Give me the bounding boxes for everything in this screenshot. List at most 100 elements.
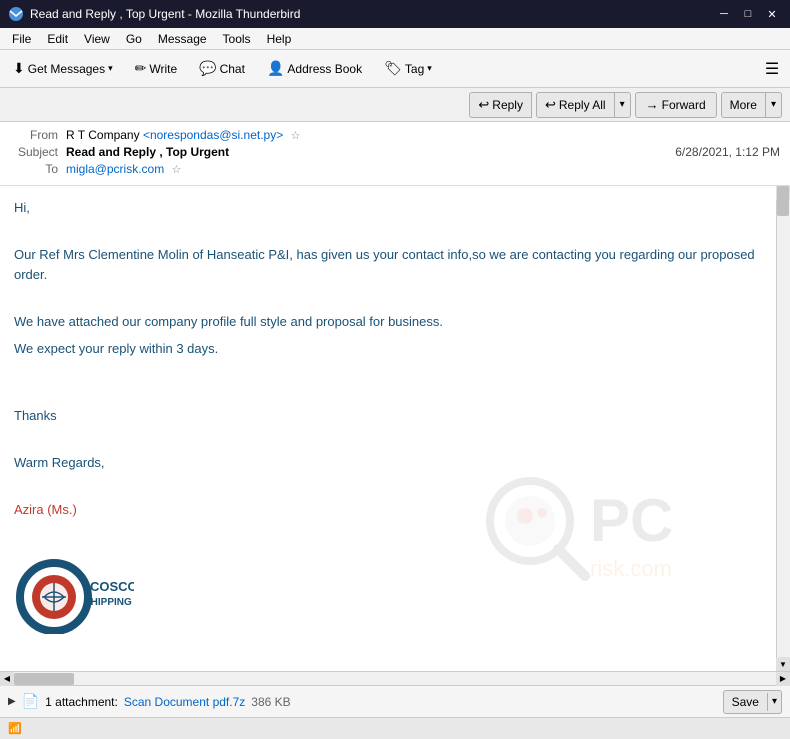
more-dropdown-button[interactable]: ▾ bbox=[766, 92, 782, 118]
thanks: Thanks bbox=[14, 406, 776, 426]
menu-tools[interactable]: Tools bbox=[215, 30, 259, 48]
write-label: Write bbox=[149, 62, 177, 76]
tag-dropdown-icon[interactable]: ▾ bbox=[427, 63, 432, 74]
menu-bar: File Edit View Go Message Tools Help bbox=[0, 28, 790, 50]
warm-regards: Warm Regards, bbox=[14, 453, 776, 473]
email-body: Hi, Our Ref Mrs Clementine Molin of Hans… bbox=[14, 198, 776, 671]
action-bar: ↩ Reply ↩ Reply All ▾ → Forward More ▾ bbox=[0, 88, 790, 122]
minimize-button[interactable]: ─ bbox=[714, 5, 734, 23]
get-messages-dropdown-icon[interactable]: ▾ bbox=[108, 63, 113, 74]
menu-go[interactable]: Go bbox=[118, 30, 150, 48]
horizontal-scrollbar[interactable]: ◀ ▶ bbox=[0, 671, 790, 685]
to-row: To migla@pcrisk.com ☆ bbox=[10, 162, 780, 176]
reply-all-icon: ↩ bbox=[545, 97, 556, 113]
address-book-button[interactable]: 👤 Address Book bbox=[258, 54, 371, 84]
scroll-right-arrow[interactable]: ▶ bbox=[776, 672, 790, 686]
window-controls: ─ □ ✕ bbox=[714, 5, 782, 23]
write-icon: ✏ bbox=[135, 60, 147, 77]
window-title: Read and Reply , Top Urgent - Mozilla Th… bbox=[30, 7, 714, 21]
tag-icon: 🏷 bbox=[384, 60, 402, 77]
reply-all-button[interactable]: ↩ Reply All bbox=[536, 92, 615, 118]
to-label: To bbox=[10, 162, 58, 176]
reply-label: Reply bbox=[492, 98, 523, 112]
status-bar: 📶 bbox=[0, 717, 790, 739]
to-email: migla@pcrisk.com bbox=[66, 162, 164, 176]
more-button-group: More ▾ bbox=[721, 92, 782, 118]
toolbar: ⬇ Get Messages ▾ ✏ Write 💬 Chat 👤 Addres… bbox=[0, 50, 790, 88]
forward-button[interactable]: → Forward bbox=[635, 92, 717, 118]
get-messages-icon: ⬇ bbox=[13, 60, 25, 77]
attachment-bar: ▶ 📄 1 attachment: Scan Document pdf.7z 3… bbox=[0, 685, 790, 717]
save-button-group: Save ▾ bbox=[723, 690, 782, 714]
app-icon bbox=[8, 6, 24, 22]
get-messages-button[interactable]: ⬇ Get Messages ▾ bbox=[4, 54, 122, 84]
title-bar: Read and Reply , Top Urgent - Mozilla Th… bbox=[0, 0, 790, 28]
from-email: <norespondas@si.net.py> bbox=[143, 128, 283, 142]
toolbar-right: ☰ bbox=[758, 55, 786, 83]
address-book-icon: 👤 bbox=[267, 60, 284, 77]
signature: Azira (Ms.) bbox=[14, 500, 776, 520]
svg-text:SHIPPING: SHIPPING bbox=[84, 597, 132, 608]
forward-label: Forward bbox=[662, 98, 706, 112]
save-button[interactable]: Save bbox=[724, 693, 768, 711]
attachment-size: 386 KB bbox=[251, 695, 290, 709]
email-body-wrapper[interactable]: Hi, Our Ref Mrs Clementine Molin of Hans… bbox=[0, 186, 790, 671]
reply-all-dropdown-button[interactable]: ▾ bbox=[615, 92, 631, 118]
scroll-track-horizontal bbox=[14, 672, 776, 685]
email-headers: From R T Company <norespondas@si.net.py>… bbox=[0, 122, 790, 186]
greeting: Hi, bbox=[14, 198, 776, 218]
from-value: R T Company <norespondas@si.net.py> ☆ bbox=[66, 128, 780, 142]
maximize-button[interactable]: □ bbox=[738, 5, 758, 23]
tag-button[interactable]: 🏷 Tag ▾ bbox=[375, 54, 441, 84]
attachment-filename: Scan Document pdf.7z bbox=[124, 695, 245, 709]
svg-text:COSCO: COSCO bbox=[90, 579, 134, 594]
from-star-icon[interactable]: ☆ bbox=[291, 130, 301, 142]
scroll-down-arrow[interactable]: ▼ bbox=[776, 657, 790, 671]
cosco-logo: COSCO SHIPPING bbox=[14, 559, 134, 639]
more-label: More bbox=[730, 98, 757, 112]
subject-value: Read and Reply , Top Urgent bbox=[66, 145, 675, 159]
menu-view[interactable]: View bbox=[76, 30, 118, 48]
chat-button[interactable]: 💬 Chat bbox=[190, 54, 254, 84]
from-name: R T Company bbox=[66, 128, 140, 142]
to-value: migla@pcrisk.com ☆ bbox=[66, 162, 780, 176]
status-icon: 📶 bbox=[8, 722, 22, 735]
menu-file[interactable]: File bbox=[4, 30, 39, 48]
from-label: From bbox=[10, 128, 58, 142]
email-date: 6/28/2021, 1:12 PM bbox=[675, 145, 780, 159]
h-scroll-thumb[interactable] bbox=[14, 673, 74, 685]
menu-help[interactable]: Help bbox=[259, 30, 300, 48]
close-button[interactable]: ✕ bbox=[762, 5, 782, 23]
reply-button[interactable]: ↩ Reply bbox=[469, 92, 532, 118]
from-row: From R T Company <norespondas@si.net.py>… bbox=[10, 128, 780, 142]
attachment-file-icon: 📄 bbox=[22, 693, 39, 710]
attachment-count: 1 attachment: bbox=[45, 695, 118, 709]
reply-button-group: ↩ Reply bbox=[469, 92, 532, 118]
body-line2: We have attached our company profile ful… bbox=[14, 312, 776, 332]
attachment-expand-icon[interactable]: ▶ bbox=[8, 696, 16, 707]
get-messages-label: Get Messages bbox=[28, 62, 105, 76]
scroll-left-arrow[interactable]: ◀ bbox=[0, 672, 14, 686]
vertical-scrollbar[interactable]: ▲ ▼ bbox=[776, 186, 790, 671]
more-button[interactable]: More bbox=[721, 92, 766, 118]
body-line1: Our Ref Mrs Clementine Molin of Hanseati… bbox=[14, 245, 776, 284]
scroll-thumb[interactable] bbox=[777, 186, 789, 216]
tag-label: Tag bbox=[405, 62, 424, 76]
body-line3: We expect your reply within 3 days. bbox=[14, 339, 776, 359]
write-button[interactable]: ✏ Write bbox=[126, 54, 187, 84]
email-body-container: Hi, Our Ref Mrs Clementine Molin of Hans… bbox=[0, 186, 790, 671]
address-book-label: Address Book bbox=[287, 62, 362, 76]
chat-label: Chat bbox=[220, 62, 245, 76]
save-dropdown-button[interactable]: ▾ bbox=[768, 694, 781, 709]
main-content: Hi, Our Ref Mrs Clementine Molin of Hans… bbox=[0, 186, 790, 685]
hamburger-menu-button[interactable]: ☰ bbox=[758, 55, 786, 83]
to-star-icon[interactable]: ☆ bbox=[172, 164, 182, 176]
reply-icon: ↩ bbox=[478, 97, 489, 113]
menu-edit[interactable]: Edit bbox=[39, 30, 76, 48]
menu-message[interactable]: Message bbox=[150, 30, 215, 48]
forward-icon: → bbox=[646, 97, 659, 112]
reply-all-button-group: ↩ Reply All ▾ bbox=[536, 92, 631, 118]
reply-all-label: Reply All bbox=[559, 98, 606, 112]
subject-label: Subject bbox=[10, 145, 58, 159]
chat-icon: 💬 bbox=[199, 60, 216, 77]
